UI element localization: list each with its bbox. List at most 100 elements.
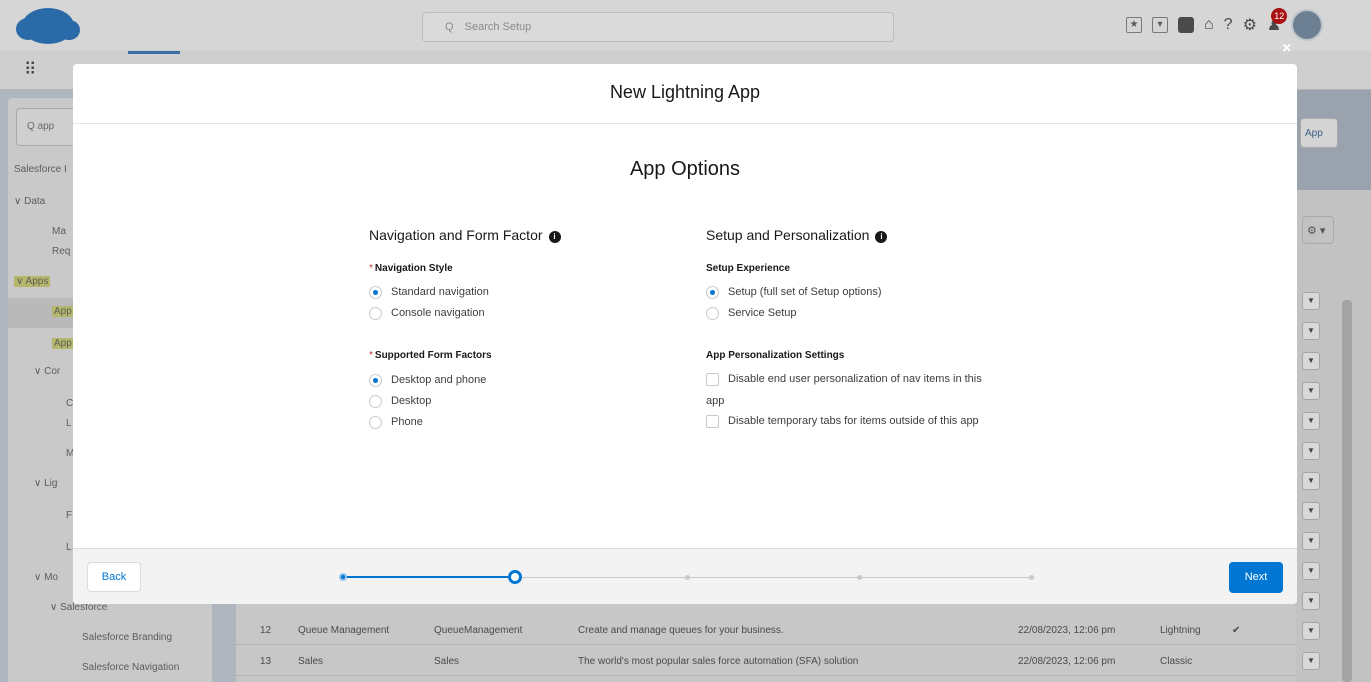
sidebar-item[interactable]: ∨ Cor [34,366,60,377]
sidebar-item[interactable]: App [52,338,74,349]
search-icon: Q [27,121,38,132]
radio-unchecked-icon[interactable] [706,306,719,320]
radio-unchecked-icon[interactable] [369,415,382,429]
notification-badge: 12 [1271,8,1288,24]
setup-search-input[interactable]: Q Search Setup [422,12,894,42]
sidebar-item[interactable]: Salesforce Branding [82,632,172,643]
row-actions-dropdown[interactable]: ▼ [1302,502,1320,520]
row-actions-dropdown[interactable]: ▼ [1302,562,1320,580]
modal-title: New Lightning App [73,64,1297,124]
sidebar-item-label: Salesforce Branding [82,632,173,643]
sidebar-item-label: F [66,510,73,521]
sidebar-item[interactable]: L [66,418,72,429]
new-lightning-app-button[interactable]: App [1300,118,1338,148]
list-settings-gear-icon[interactable]: ⚙ ▾ [1302,216,1334,244]
sidebar-item-label: Req [52,246,71,257]
checkbox-unchecked-icon[interactable] [706,372,719,386]
info-icon[interactable]: i [548,231,561,243]
checkbox-unchecked-icon[interactable] [706,414,719,428]
radio-checked-icon[interactable] [369,373,382,387]
global-actions: ★ ▾ ⌂ ? ⚙ ♟ 12 [1126,8,1324,42]
row-actions-dropdown[interactable]: ▼ [1302,382,1320,400]
checkbox-disable-nav-personalization[interactable]: Disable end user personalization of nav … [706,371,982,387]
sidebar-item[interactable]: App [52,306,74,317]
user-avatar[interactable] [1291,9,1324,41]
row-actions-dropdown[interactable]: ▼ [1302,322,1320,340]
radio-unchecked-icon[interactable] [369,394,382,408]
checkbox-label-continuation: app [706,395,725,407]
sidebar-item-label: ∨ Lig [34,478,58,489]
row-actions-dropdown[interactable]: ▼ [1302,292,1320,310]
sidebar-item-label: Salesforce I [14,164,67,175]
sidebar-item[interactable]: Req [52,246,70,257]
sidebar-item[interactable]: Ma [52,226,66,237]
sidebar-item[interactable]: F [66,510,72,521]
global-actions-icon[interactable] [1178,17,1194,33]
next-button[interactable]: Next [1229,562,1283,593]
row-actions-dropdown[interactable]: ▼ [1302,472,1320,490]
radio-unchecked-icon[interactable] [369,306,382,320]
row-actions-dropdown[interactable]: ▼ [1302,442,1320,460]
sidebar-item[interactable]: ∨ Data [14,196,45,207]
modal-body: App Options [73,124,1297,548]
row-actions-dropdown[interactable]: ▼ [1302,592,1320,610]
trailhead-icon[interactable]: ⌂ [1204,16,1214,34]
close-modal-icon[interactable]: × [1282,40,1291,58]
progress-step-2[interactable] [508,570,522,584]
row-actions-dropdown[interactable]: ▼ [1302,652,1320,670]
row-actions-dropdown[interactable]: ▼ [1302,352,1320,370]
search-placeholder: Search Setup [464,21,532,33]
progress-step-1[interactable] [339,573,347,581]
radio-checked-icon[interactable] [369,285,382,299]
sidebar-item[interactable]: ∨ Apps [14,276,51,287]
list-scrollbar[interactable] [1342,300,1352,682]
sidebar-item-label: L [66,418,72,429]
favorites-dropdown-icon[interactable]: ▾ [1152,17,1168,33]
sidebar-item-label: App [52,338,74,349]
required-asterisk: * [369,263,373,274]
radio-desktop-and-phone[interactable]: Desktop and phone [369,372,486,388]
sidebar-item[interactable]: ∨ Lig [34,478,57,489]
checkbox-disable-temporary-tabs[interactable]: Disable temporary tabs for items outside… [706,413,979,429]
sidebar-item[interactable]: ∨ Mo [34,572,58,583]
sidebar-item[interactable]: Salesforce Navigation [82,662,179,673]
required-asterisk: * [369,350,373,361]
sidebar-item-label: L [66,542,72,553]
progress-step-3[interactable] [684,574,690,580]
help-icon[interactable]: ? [1224,16,1233,34]
sidebar-item-label: ∨ Cor [34,366,61,377]
progress-remaining-line [515,577,1031,578]
sidebar-item-label: ∨ Data [14,196,46,207]
row-actions-dropdown[interactable]: ▼ [1302,622,1320,640]
info-icon[interactable]: i [875,231,888,243]
progress-step-5[interactable] [1028,574,1034,580]
sidebar-item-label: Salesforce Navigation [82,662,180,673]
sidebar-item-label: Ma [52,226,66,237]
radio-desktop[interactable]: Desktop [369,393,431,409]
favorites-star-icon[interactable]: ★ [1126,17,1142,33]
table-row[interactable]: 13 Sales Sales The world's most popular … [236,646,1296,676]
radio-full-setup[interactable]: Setup (full set of Setup options) [706,284,881,300]
row-actions-dropdown[interactable]: ▼ [1302,412,1320,430]
app-manager-panel: App ⚙ ▾ ▼ ▼ ▼ ▼ ▼ ▼ ▼ ▼ ▼ ▼ ▼ ▼ ▼ [1296,90,1371,682]
setup-gear-icon[interactable]: ⚙ [1243,15,1257,35]
navigation-style-label: * Navigation Style [369,263,453,274]
notifications-bell-icon[interactable]: ♟ 12 [1267,8,1288,35]
back-button[interactable]: Back [87,562,141,592]
new-lightning-app-modal: New Lightning App App Options Navigation… [73,64,1297,604]
sidebar-item-label: App [52,306,74,317]
progress-step-4[interactable] [856,574,862,580]
app-launcher-icon[interactable]: ⠿ [24,60,36,80]
table-row[interactable]: 12 Queue Management QueueManagement Crea… [236,615,1296,645]
row-actions-dropdown[interactable]: ▼ [1302,532,1320,550]
app-manager-header: App [1296,90,1371,190]
quick-find-value: app [37,121,55,132]
radio-checked-icon[interactable] [706,285,719,299]
radio-standard-navigation[interactable]: Standard navigation [369,284,489,300]
radio-console-navigation[interactable]: Console navigation [369,305,485,321]
radio-service-setup[interactable]: Service Setup [706,305,796,321]
radio-phone[interactable]: Phone [369,414,423,430]
sidebar-item[interactable]: Salesforce I [14,164,67,175]
sidebar-item[interactable]: L [66,542,72,553]
global-header: Q Search Setup ★ ▾ ⌂ ? ⚙ ♟ 12 [0,0,1371,50]
